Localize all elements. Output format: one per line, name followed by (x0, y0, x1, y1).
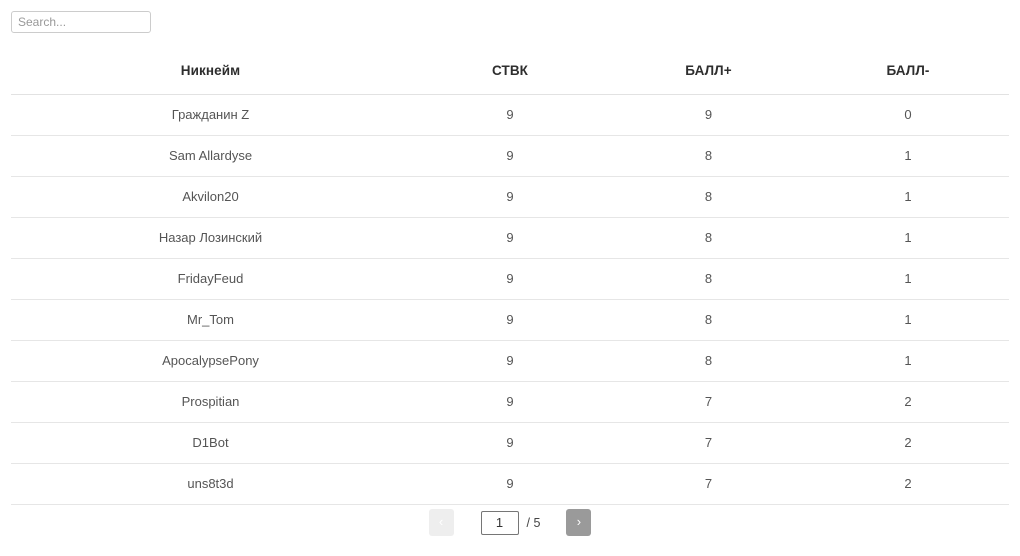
cell-stvk: 9 (410, 176, 610, 218)
cell-ball-plus: 7 (610, 381, 807, 423)
table-row: Назар Лозинский 9 8 1 (11, 217, 1009, 259)
page-number-input[interactable] (480, 510, 519, 535)
cell-ball-minus: 0 (807, 94, 1009, 136)
cell-stvk: 9 (410, 135, 610, 177)
search-container (11, 11, 151, 33)
column-header-ball-plus[interactable]: БАЛЛ+ (610, 48, 807, 95)
cell-stvk: 9 (410, 422, 610, 464)
cell-ball-minus: 1 (807, 340, 1009, 382)
cell-ball-minus: 1 (807, 217, 1009, 259)
cell-nickname: ApocalypsePony (11, 340, 410, 382)
cell-stvk: 9 (410, 340, 610, 382)
total-pages-label: / 5 (526, 515, 541, 530)
cell-ball-minus: 2 (807, 422, 1009, 464)
cell-nickname: Prospitian (11, 381, 410, 423)
cell-nickname: FridayFeud (11, 258, 410, 300)
cell-ball-plus: 8 (610, 217, 807, 259)
column-header-nickname[interactable]: Никнейм (11, 48, 410, 95)
table-row: Гражданин Z 9 9 0 (11, 94, 1009, 136)
cell-ball-plus: 7 (610, 422, 807, 464)
column-header-ball-minus[interactable]: БАЛЛ- (807, 48, 1009, 95)
cell-ball-minus: 1 (807, 176, 1009, 218)
table-row: ApocalypsePony 9 8 1 (11, 340, 1009, 382)
cell-stvk: 9 (410, 217, 610, 259)
cell-ball-plus: 8 (610, 176, 807, 218)
cell-ball-plus: 8 (610, 340, 807, 382)
cell-stvk: 9 (410, 463, 610, 505)
table-row: Sam Allardyse 9 8 1 (11, 135, 1009, 177)
cell-ball-plus: 7 (610, 463, 807, 505)
table-row: Prospitian 9 7 2 (11, 381, 1009, 423)
cell-nickname: Назар Лозинский (11, 217, 410, 259)
cell-nickname: Akvilon20 (11, 176, 410, 218)
cell-ball-minus: 1 (807, 135, 1009, 177)
cell-nickname: D1Bot (11, 422, 410, 464)
leaderboard-table-container: Никнейм СТВК БАЛЛ+ БАЛЛ- Гражданин Z 9 9… (11, 48, 1009, 505)
cell-stvk: 9 (410, 299, 610, 341)
leaderboard-table: Никнейм СТВК БАЛЛ+ БАЛЛ- Гражданин Z 9 9… (11, 48, 1009, 505)
cell-ball-plus: 8 (610, 258, 807, 300)
cell-nickname: Sam Allardyse (11, 135, 410, 177)
pagination: ‹ / 5 › (0, 509, 1020, 536)
table-row: Akvilon20 9 8 1 (11, 176, 1009, 218)
search-input[interactable] (11, 11, 151, 33)
cell-ball-plus: 9 (610, 94, 807, 136)
table-row: uns8t3d 9 7 2 (11, 463, 1009, 505)
column-header-stvk[interactable]: СТВК (410, 48, 610, 95)
chevron-left-icon[interactable]: ‹ (428, 509, 454, 536)
cell-nickname: uns8t3d (11, 463, 410, 505)
table-body: Гражданин Z 9 9 0 Sam Allardyse 9 8 1 Ak… (11, 94, 1009, 505)
table-row: Mr_Tom 9 8 1 (11, 299, 1009, 341)
cell-ball-minus: 1 (807, 258, 1009, 300)
cell-stvk: 9 (410, 94, 610, 136)
table-row: D1Bot 9 7 2 (11, 422, 1009, 464)
chevron-right-icon[interactable]: › (566, 509, 592, 536)
cell-stvk: 9 (410, 258, 610, 300)
table-header: Никнейм СТВК БАЛЛ+ БАЛЛ- (11, 48, 1009, 95)
leaderboard-page: Никнейм СТВК БАЛЛ+ БАЛЛ- Гражданин Z 9 9… (0, 0, 1020, 556)
cell-ball-minus: 2 (807, 381, 1009, 423)
table-header-row: Никнейм СТВК БАЛЛ+ БАЛЛ- (11, 48, 1009, 95)
table-row: FridayFeud 9 8 1 (11, 258, 1009, 300)
cell-ball-plus: 8 (610, 135, 807, 177)
cell-stvk: 9 (410, 381, 610, 423)
cell-ball-minus: 1 (807, 299, 1009, 341)
cell-ball-plus: 8 (610, 299, 807, 341)
cell-ball-minus: 2 (807, 463, 1009, 505)
cell-nickname: Mr_Tom (11, 299, 410, 341)
cell-nickname: Гражданин Z (11, 94, 410, 136)
